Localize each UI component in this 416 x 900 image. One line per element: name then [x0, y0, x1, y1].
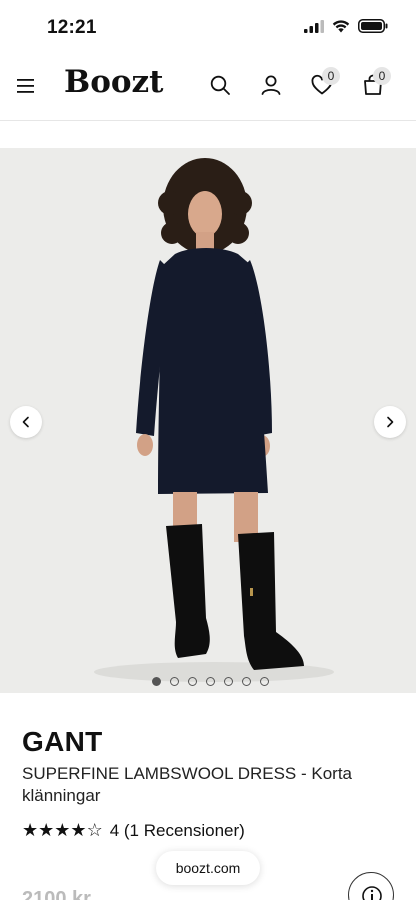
star-filled-icon: ★ [70, 820, 87, 840]
rating-stars: ★★★★☆ [22, 821, 103, 841]
status-time: 12:21 [47, 17, 97, 38]
star-filled-icon: ★ [54, 820, 71, 840]
gallery-dot[interactable] [188, 677, 197, 686]
product-image [0, 148, 416, 693]
gallery-dot[interactable] [224, 677, 233, 686]
boozt-logo[interactable]: Boozt [64, 64, 163, 100]
gallery-dot[interactable] [242, 677, 251, 686]
star-empty-icon: ☆ [86, 820, 103, 840]
header-divider [0, 120, 416, 121]
site-header: Boozt 0 0 [0, 52, 416, 120]
chevron-right-icon [387, 416, 394, 428]
menu-icon[interactable] [16, 78, 36, 94]
product-image-gallery[interactable] [0, 148, 416, 693]
gallery-dot[interactable] [260, 677, 269, 686]
status-icons [304, 19, 388, 33]
search-icon[interactable] [208, 73, 232, 97]
product-rating[interactable]: ★★★★☆ 4 (1 Recensioner) [22, 821, 245, 841]
cart-count-badge: 0 [373, 67, 391, 85]
account-icon[interactable] [259, 73, 283, 97]
product-title: SUPERFINE LAMBSWOOL DRESS - Korta klänni… [22, 764, 352, 805]
battery-icon [358, 19, 388, 33]
status-bar: 12:21 [0, 0, 416, 52]
info-button[interactable] [348, 872, 394, 900]
gallery-pagination [152, 677, 269, 686]
gallery-previous-button[interactable] [10, 406, 42, 438]
wishlist-button[interactable]: 0 [310, 67, 340, 97]
star-filled-icon: ★ [22, 820, 39, 840]
wifi-icon [332, 19, 350, 32]
gallery-next-button[interactable] [374, 406, 406, 438]
chevron-left-icon [22, 416, 29, 428]
gallery-dot[interactable] [170, 677, 179, 686]
product-price: 2100 kr [22, 888, 91, 900]
info-icon [362, 886, 382, 900]
browser-url-pill[interactable]: boozt.com [156, 851, 260, 885]
cart-button[interactable]: 0 [361, 67, 391, 97]
rating-text: 4 (1 Recensioner) [109, 821, 245, 840]
star-filled-icon: ★ [38, 820, 55, 840]
product-brand[interactable]: GANT [22, 726, 103, 758]
cellular-signal-icon [304, 19, 324, 33]
wishlist-count-badge: 0 [322, 67, 340, 85]
gallery-dot[interactable] [206, 677, 215, 686]
gallery-dot[interactable] [152, 677, 161, 686]
